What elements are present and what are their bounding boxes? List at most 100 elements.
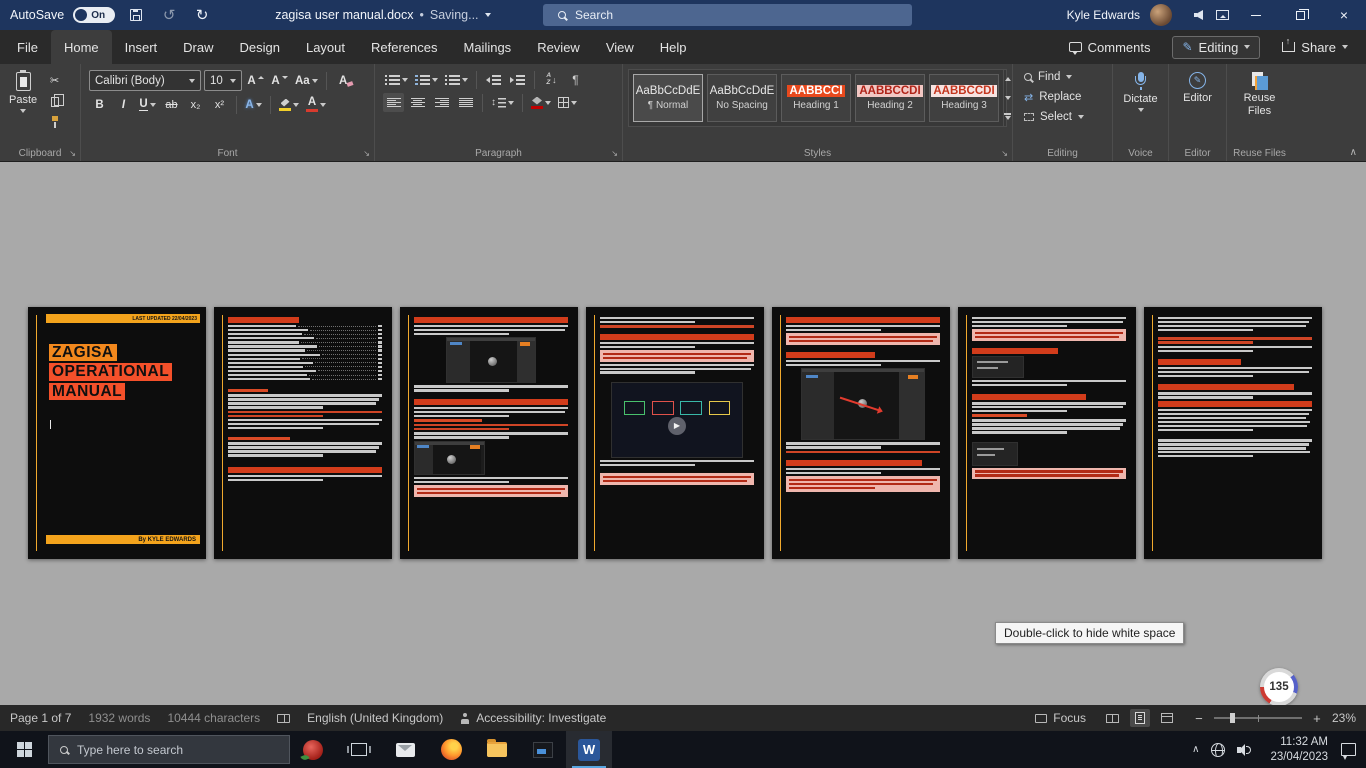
suggestions-badge[interactable]: 135 <box>1260 668 1298 705</box>
page-2[interactable] <box>214 307 392 559</box>
undo-button[interactable]: ↺ <box>157 2 181 28</box>
editor-button[interactable]: ✎ Editor <box>1171 67 1224 109</box>
zoom-slider[interactable] <box>1213 713 1302 723</box>
task-view-button[interactable] <box>336 731 382 768</box>
volume-icon[interactable] <box>1237 743 1252 756</box>
shrink-font-button[interactable]: A <box>269 71 290 90</box>
style-normal[interactable]: AaBbCcDdE ¶ Normal <box>633 74 703 122</box>
clipboard-dialog-launcher[interactable]: ↘ <box>69 149 76 158</box>
strikethrough-button[interactable]: ab <box>161 95 182 114</box>
style-heading-2[interactable]: AABBCCDI Heading 2 <box>855 74 925 122</box>
save-button[interactable] <box>124 2 148 28</box>
change-case-button[interactable]: Aa <box>293 71 320 90</box>
select-button[interactable]: Select <box>1015 107 1110 127</box>
numbering-button[interactable] <box>413 70 440 89</box>
language-indicator[interactable]: English (United Kingdom) <box>307 711 443 725</box>
taskbar-app-rose[interactable] <box>290 731 336 768</box>
minimize-button[interactable] <box>1234 0 1278 30</box>
font-dialog-launcher[interactable]: ↘ <box>363 149 370 158</box>
bold-button[interactable]: B <box>89 95 110 114</box>
tab-review[interactable]: Review <box>524 30 593 64</box>
word-count[interactable]: 1932 words <box>88 711 150 725</box>
reuse-files-button[interactable]: Reuse Files <box>1229 67 1290 119</box>
page-5[interactable] <box>772 307 950 559</box>
format-painter-button[interactable] <box>44 113 65 132</box>
styles-scroll-up-button[interactable] <box>1004 70 1011 89</box>
align-right-button[interactable] <box>431 93 452 112</box>
autosave-toggle[interactable]: On <box>73 7 116 23</box>
document-canvas[interactable]: LAST UPDATED 22/04/2023 ZAGISA OPERATIONAL… <box>0 162 1366 705</box>
play-button-icon[interactable]: ▶ <box>668 416 686 435</box>
multilevel-list-button[interactable] <box>443 70 470 89</box>
web-layout-button[interactable] <box>1156 709 1178 727</box>
document-title-group[interactable]: zagisa user manual.docx • Saving... <box>275 8 491 22</box>
tab-draw[interactable]: Draw <box>170 30 226 64</box>
network-icon[interactable] <box>1211 742 1226 757</box>
bullets-button[interactable] <box>383 70 410 89</box>
borders-button[interactable] <box>556 93 579 112</box>
focus-button[interactable]: Focus <box>1035 711 1086 725</box>
style-no-spacing[interactable]: AaBbCcDdE No Spacing <box>707 74 777 122</box>
highlight-button[interactable] <box>277 95 301 114</box>
restore-button[interactable] <box>1278 0 1322 30</box>
style-heading-1[interactable]: AABBCCI Heading 1 <box>781 74 851 122</box>
copy-button[interactable] <box>44 92 65 111</box>
page-1[interactable]: LAST UPDATED 22/04/2023 ZAGISA OPERATIONAL… <box>28 307 206 559</box>
search-box[interactable]: Search <box>543 4 912 26</box>
tab-help[interactable]: Help <box>647 30 700 64</box>
share-button[interactable]: ↑ Share <box>1282 36 1348 55</box>
cut-button[interactable]: ✂ <box>44 71 65 90</box>
tab-design[interactable]: Design <box>227 30 293 64</box>
line-spacing-button[interactable]: ↕ <box>489 93 516 112</box>
tab-references[interactable]: References <box>358 30 450 64</box>
italic-button[interactable]: I <box>113 95 134 114</box>
dictate-button[interactable]: Dictate <box>1115 67 1166 117</box>
accessibility-status[interactable]: Accessibility: Investigate <box>460 711 606 725</box>
tab-view[interactable]: View <box>593 30 647 64</box>
justify-button[interactable] <box>455 93 476 112</box>
tab-home[interactable]: Home <box>50 30 112 64</box>
align-center-button[interactable] <box>407 93 428 112</box>
editing-mode-button[interactable]: ✎ Editing <box>1172 35 1261 59</box>
font-family-combobox[interactable]: Calibri (Body) <box>89 70 201 91</box>
action-center-icon[interactable] <box>1341 743 1356 760</box>
taskbar-app-word[interactable]: W <box>566 731 612 768</box>
taskbar-app-mail[interactable] <box>382 731 428 768</box>
styles-dialog-launcher[interactable]: ↘ <box>1001 149 1008 158</box>
comments-button[interactable]: Comments <box>1068 40 1150 55</box>
find-button[interactable]: Find <box>1015 67 1110 87</box>
tab-insert[interactable]: Insert <box>112 30 171 64</box>
read-mode-button[interactable] <box>1101 709 1124 727</box>
underline-button[interactable]: U <box>137 95 158 114</box>
clear-formatting-button[interactable]: A <box>333 71 354 90</box>
taskbar-app-file-explorer[interactable] <box>474 731 520 768</box>
whats-new-button[interactable] <box>1186 2 1210 28</box>
zoom-in-button[interactable]: + <box>1311 711 1323 726</box>
character-count[interactable]: 10444 characters <box>167 711 260 725</box>
close-button[interactable]: × <box>1322 0 1366 30</box>
zoom-slider-thumb[interactable] <box>1229 713 1235 723</box>
superscript-button[interactable]: x² <box>209 95 230 114</box>
replace-button[interactable]: ⇄ Replace <box>1015 87 1110 107</box>
align-left-button[interactable] <box>383 93 404 112</box>
page-indicator[interactable]: Page 1 of 7 <box>10 711 71 725</box>
show-formatting-marks-button[interactable]: ¶ <box>565 70 586 89</box>
ribbon-display-options-button[interactable] <box>1210 2 1234 28</box>
proofing-status[interactable] <box>277 713 291 723</box>
tab-mailings[interactable]: Mailings <box>451 30 525 64</box>
taskbar-clock[interactable]: 11:32 AM 23/04/2023 <box>1261 735 1337 765</box>
redo-button[interactable]: ↻ <box>190 2 214 28</box>
styles-scroll-down-button[interactable] <box>1004 89 1011 108</box>
zoom-out-button[interactable]: − <box>1193 711 1205 726</box>
page-7[interactable] <box>1144 307 1322 559</box>
start-button[interactable] <box>0 731 48 768</box>
taskbar-search[interactable]: Type here to search <box>48 735 290 764</box>
paragraph-dialog-launcher[interactable]: ↘ <box>611 149 618 158</box>
hidden-icons-chevron[interactable]: ∧ <box>1192 744 1199 755</box>
page-3[interactable] <box>400 307 578 559</box>
avatar[interactable] <box>1150 4 1172 26</box>
shading-button[interactable] <box>529 93 553 112</box>
font-color-button[interactable]: A <box>304 95 328 114</box>
subscript-button[interactable]: x₂ <box>185 95 206 114</box>
decrease-indent-button[interactable] <box>483 70 504 89</box>
